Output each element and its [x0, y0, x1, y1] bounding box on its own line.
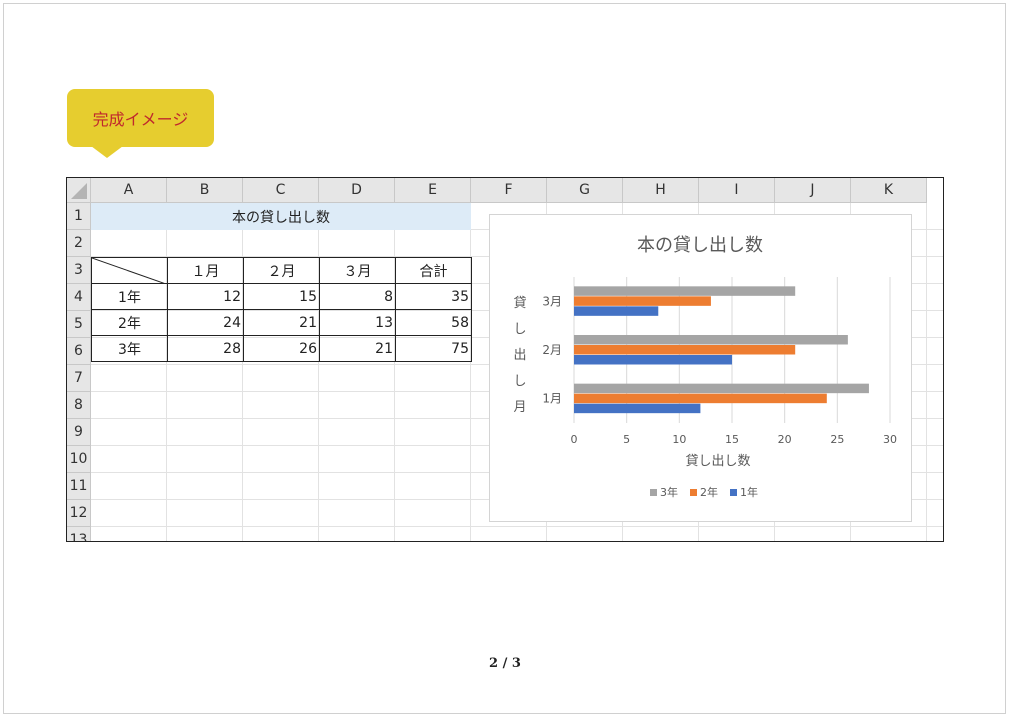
row-header[interactable]: 12 — [67, 500, 91, 527]
row-header[interactable]: 2 — [67, 230, 91, 257]
table-title-cell[interactable]: 本の貸し出し数 — [91, 203, 471, 230]
y-axis-title-char: 貸 — [513, 295, 526, 311]
bar — [574, 355, 732, 365]
row-label-cell[interactable]: 2年 — [91, 309, 168, 336]
grid-line — [394, 203, 395, 541]
grid-line — [166, 203, 167, 541]
bar — [574, 335, 848, 345]
value-cell[interactable]: 28 — [167, 335, 244, 362]
data-table: １月 ２月 ３月 合計 1年 12 15 8 35 2年 24 21 13 58… — [91, 257, 472, 362]
value-cell[interactable]: 21 — [243, 309, 320, 336]
bar — [574, 286, 796, 296]
bar — [574, 393, 827, 404]
chart-area[interactable]: 本の貸し出し数 0 5 10 15 20 25 30 貸し出し数貸し出し月 1月 2月 3月 3年 2年 1… — [489, 214, 912, 522]
row-header[interactable]: 9 — [67, 419, 91, 446]
bar — [574, 383, 869, 394]
diagonal-line — [92, 258, 166, 284]
column-header[interactable]: I — [699, 178, 775, 203]
page-number: 2 / 3 — [489, 656, 521, 671]
bar — [574, 296, 711, 306]
value-cell[interactable]: 13 — [319, 309, 396, 336]
value-cell[interactable]: 15 — [243, 283, 320, 310]
grid-line — [470, 203, 471, 541]
y-tick-label: 1月 — [542, 392, 562, 406]
row-header[interactable]: 10 — [67, 446, 91, 473]
row-header[interactable]: 11 — [67, 473, 91, 500]
column-header[interactable]: F — [471, 178, 547, 203]
x-tick-label: 30 — [883, 433, 897, 446]
x-tick-label: 0 — [571, 433, 578, 446]
chart-title: 本の貸し出し数 — [637, 235, 763, 256]
row-header[interactable]: 13 — [67, 527, 91, 541]
row-header[interactable]: 3 — [67, 257, 91, 284]
row-label-cell[interactable]: 3年 — [91, 335, 168, 362]
row-header[interactable]: 8 — [67, 392, 91, 419]
row-header[interactable]: 1 — [67, 203, 91, 230]
header-cell[interactable]: １月 — [167, 257, 244, 284]
value-cell[interactable]: 21 — [319, 335, 396, 362]
grid-line — [91, 526, 943, 527]
legend-swatch — [690, 489, 697, 496]
callout-label: 完成イメージ — [92, 110, 189, 129]
value-cell[interactable]: 26 — [243, 335, 320, 362]
table-row: 2年 24 21 13 58 — [91, 309, 472, 336]
header-cell[interactable]: ３月 — [319, 257, 396, 284]
column-header[interactable]: H — [623, 178, 699, 203]
total-cell[interactable]: 35 — [395, 283, 472, 310]
bar — [574, 345, 796, 355]
x-tick-label: 15 — [725, 433, 739, 446]
table-row: 1年 12 15 8 35 — [91, 283, 472, 310]
total-cell[interactable]: 58 — [395, 309, 472, 336]
callout-tail — [91, 146, 123, 158]
bar — [574, 306, 659, 316]
legend-label: 2年 — [700, 485, 718, 499]
x-tick-label: 25 — [830, 433, 844, 446]
y-axis-title-char: 月 — [513, 400, 526, 415]
column-header[interactable]: G — [547, 178, 623, 203]
column-header[interactable]: C — [243, 178, 319, 203]
total-cell[interactable]: 75 — [395, 335, 472, 362]
row-label-cell[interactable]: 1年 — [91, 283, 168, 310]
column-header[interactable]: B — [167, 178, 243, 203]
x-tick-label: 5 — [623, 433, 630, 446]
x-axis-title: 貸し出し数 — [685, 453, 750, 469]
grid-line — [242, 203, 243, 541]
value-cell[interactable]: 12 — [167, 283, 244, 310]
header-cell[interactable]: ２月 — [243, 257, 320, 284]
row-header[interactable]: 7 — [67, 365, 91, 392]
column-header[interactable]: J — [775, 178, 851, 203]
grid-line — [926, 203, 927, 541]
spreadsheet-area[interactable]: 本の貸し出し数 １月 ２月 ３月 合計 1年 12 15 8 35 2年 24 … — [66, 177, 944, 542]
legend-swatch — [730, 489, 737, 496]
bar-chart: 本の貸し出し数0 5 10 15 20 25 30貸し出し数貸し出し月1月2月3月3年 2年 1… — [513, 235, 897, 499]
row-header[interactable]: 5 — [67, 311, 91, 338]
header-cell[interactable]: 合計 — [395, 257, 472, 284]
column-header[interactable]: E — [395, 178, 471, 203]
y-axis-title-char: 出 — [513, 348, 526, 363]
legend-label: 1年 — [740, 485, 758, 499]
value-cell[interactable]: 8 — [319, 283, 396, 310]
column-header[interactable]: A — [91, 178, 167, 203]
column-header[interactable]: D — [319, 178, 395, 203]
y-axis-title-char: し — [513, 322, 526, 337]
table-header-row: １月 ２月 ３月 合計 — [91, 257, 472, 284]
select-all-corner[interactable] — [67, 178, 91, 203]
bar — [574, 403, 701, 414]
table-row: 3年 28 26 21 75 — [91, 335, 472, 362]
x-tick-label: 10 — [672, 433, 686, 446]
row-header[interactable]: 4 — [67, 284, 91, 311]
grid-line — [318, 203, 319, 541]
value-cell[interactable]: 24 — [167, 309, 244, 336]
row-header[interactable]: 6 — [67, 338, 91, 365]
y-tick-label: 2月 — [542, 343, 562, 357]
callout-badge: 完成イメージ — [67, 89, 214, 147]
diagonal-header-cell[interactable] — [91, 257, 168, 284]
legend-swatch — [650, 489, 657, 496]
column-header[interactable]: K — [851, 178, 927, 203]
x-tick-label: 20 — [778, 433, 792, 446]
y-tick-label: 3月 — [542, 294, 562, 308]
legend-label: 3年 — [660, 485, 678, 499]
y-axis-title-char: し — [513, 374, 526, 389]
corner-triangle-icon — [71, 183, 87, 199]
